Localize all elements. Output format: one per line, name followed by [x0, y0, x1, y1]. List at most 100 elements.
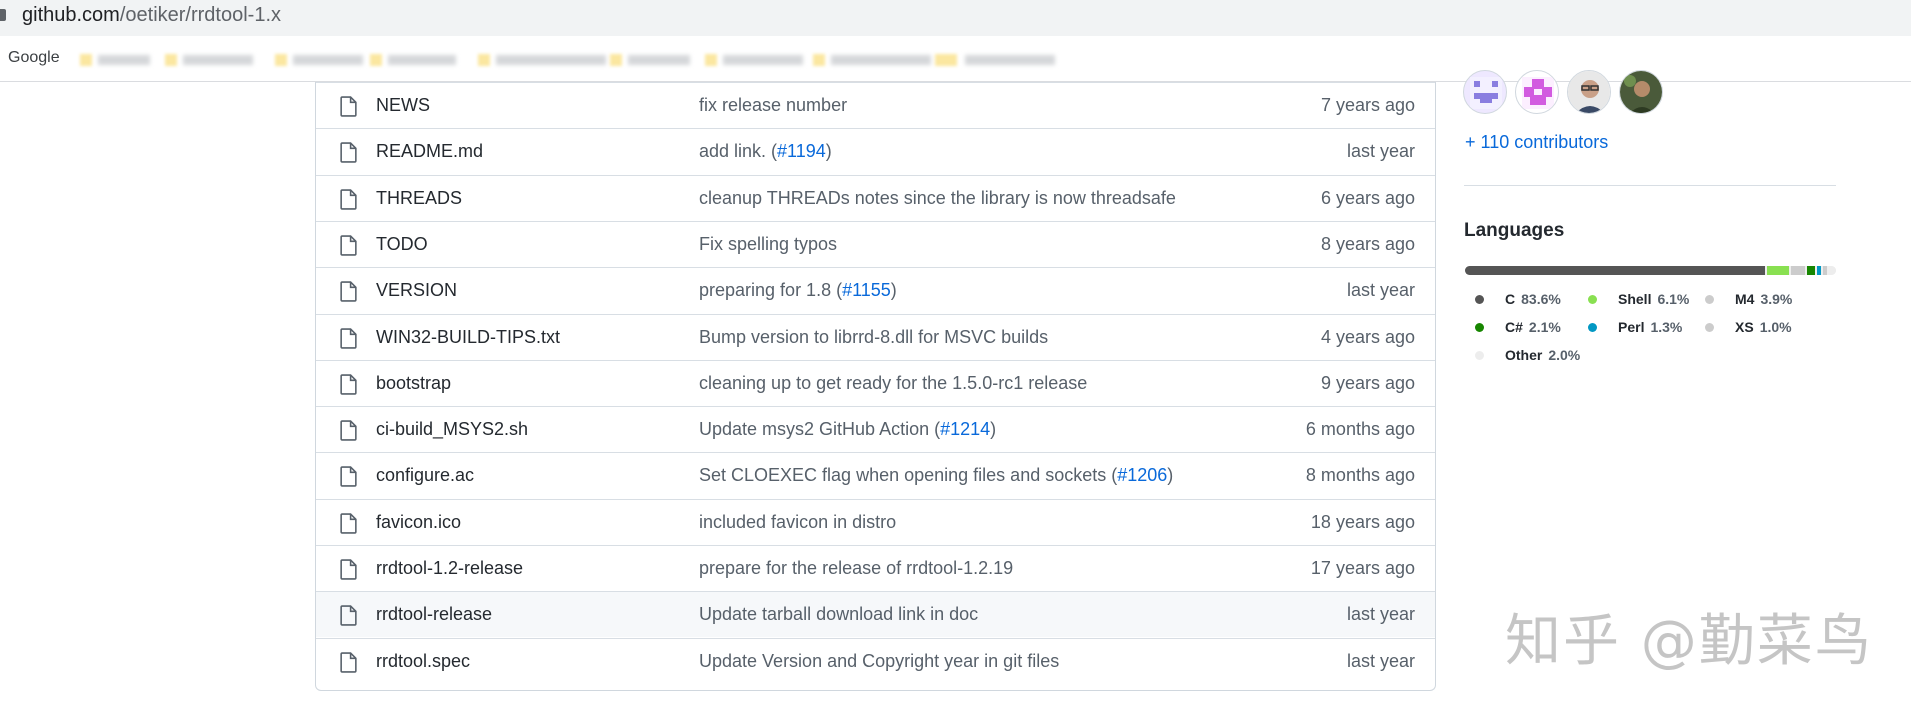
language-bar-segment[interactable] — [1823, 266, 1827, 275]
language-percent: 83.6% — [1521, 291, 1561, 307]
commit-age: last year — [1346, 604, 1415, 625]
commit-age: 9 years ago — [1320, 372, 1415, 393]
commit-age: last year — [1346, 280, 1415, 301]
file-row[interactable]: rrdtool-release Update tarball download l… — [316, 591, 1435, 638]
language-color-dot — [1705, 323, 1714, 332]
language-name: C — [1505, 291, 1516, 307]
language-color-dot — [1475, 351, 1484, 360]
contributors-link[interactable]: + 110 contributors — [1465, 132, 1608, 153]
file-list: NEWS fix release number 7 years ago README.… — [315, 82, 1436, 691]
file-name-link[interactable]: rrdtool-release — [376, 604, 492, 625]
bookmarks-bar: Google — [0, 36, 1911, 82]
file-name-link[interactable]: THREADS — [376, 188, 462, 209]
commit-age: 8 years ago — [1320, 233, 1415, 254]
language-bar-segment[interactable] — [1828, 266, 1836, 275]
file-name-link[interactable]: configure.ac — [376, 465, 474, 486]
file-name-link[interactable]: TODO — [376, 234, 428, 255]
file-name-link[interactable]: favicon.ico — [376, 512, 461, 533]
file-icon — [340, 281, 357, 302]
file-name-link[interactable]: WIN32-BUILD-TIPS.txt — [376, 327, 560, 348]
commit-message-link[interactable]: Update msys2 GitHub Action (#1214) — [699, 419, 996, 440]
file-row[interactable]: rrdtool-1.2-release prepare for the relea… — [316, 545, 1435, 591]
file-icon — [340, 605, 357, 627]
file-name-link[interactable]: VERSION — [376, 280, 457, 301]
commit-message-link[interactable]: prepare for the release of rrdtool-1.2.1… — [699, 558, 1013, 579]
commit-message-link[interactable]: Set CLOEXEC flag when opening files and … — [699, 465, 1173, 486]
file-row[interactable]: bootstrap cleaning up to get ready for th… — [316, 359, 1435, 406]
file-row[interactable]: ci-build_MSYS2.sh Update msys2 GitHub Act… — [316, 406, 1435, 452]
file-row[interactable]: rrdtool.spec Update Version and Copyright… — [316, 637, 1435, 684]
language-bar-segment[interactable] — [1465, 266, 1766, 275]
commit-age: last year — [1346, 650, 1415, 671]
file-row[interactable]: configure.ac Set CLOEXEC flag when openin… — [316, 452, 1435, 498]
language-percent: 1.0% — [1759, 319, 1792, 335]
file-name-link[interactable]: rrdtool.spec — [376, 651, 470, 672]
file-icon — [340, 96, 357, 117]
commit-age: last year — [1346, 141, 1415, 162]
file-row[interactable]: VERSION preparing for 1.8 (#1155) last yea… — [316, 267, 1435, 313]
commit-message-link[interactable]: add link. (#1194) — [699, 141, 832, 162]
language-bar-segment[interactable] — [1791, 266, 1806, 275]
commit-message-link[interactable]: Bump version to librrd-8.dll for MSVC bu… — [699, 327, 1048, 348]
language-percent: 2.0% — [1548, 347, 1581, 363]
file-row[interactable]: NEWS fix release number 7 years ago — [316, 82, 1435, 128]
commit-age: 6 years ago — [1320, 187, 1415, 208]
file-row[interactable]: favicon.ico included favicon in distro 18 … — [316, 498, 1435, 545]
file-row[interactable]: TODO Fix spelling typos 8 years ago — [316, 220, 1435, 267]
file-row[interactable]: THREADS cleanup THREADs notes since the l… — [316, 174, 1435, 221]
commit-message-link[interactable]: included favicon in distro — [699, 512, 896, 533]
file-icon — [340, 374, 357, 395]
language-percent: 3.9% — [1760, 291, 1793, 307]
commit-message-link[interactable]: Fix spelling typos — [699, 234, 837, 255]
language-name: M4 — [1735, 291, 1755, 307]
language-bar-segment[interactable] — [1816, 266, 1822, 275]
watermark-text: 知乎 @勤菜鸟 — [1505, 609, 1873, 674]
pull-request-link[interactable]: #1194 — [777, 141, 826, 161]
avatar[interactable] — [1463, 70, 1507, 114]
commit-message-link[interactable]: cleaning up to get ready for the 1.5.0-r… — [699, 373, 1087, 394]
avatar[interactable] — [1619, 70, 1663, 114]
bookmark-google[interactable]: Google — [8, 49, 60, 67]
commit-message-link[interactable]: cleanup THREADs notes since the library … — [699, 188, 1176, 209]
commit-message-link[interactable]: preparing for 1.8 (#1155) — [699, 280, 897, 301]
file-icon — [340, 420, 357, 441]
file-row[interactable]: README.md add link. (#1194) last year — [316, 128, 1435, 174]
file-name-link[interactable]: ci-build_MSYS2.sh — [376, 419, 528, 440]
address-bar[interactable]: github.com/oetiker/rrdtool-1.x — [0, 0, 1911, 36]
commit-message-link[interactable]: Update Version and Copyright year in git… — [699, 651, 1059, 672]
file-row[interactable]: WIN32-BUILD-TIPS.txt Bump version to libr… — [316, 313, 1435, 360]
commit-age: 8 months ago — [1305, 465, 1415, 486]
lock-icon — [0, 9, 6, 21]
file-icon — [340, 327, 357, 349]
commit-age: 17 years ago — [1310, 558, 1415, 578]
languages-heading: Languages — [1464, 220, 1565, 241]
sidebar-divider — [1464, 185, 1836, 186]
language-color-dot — [1705, 295, 1714, 304]
commit-message-link[interactable]: fix release number — [699, 95, 847, 116]
url-text[interactable]: github.com/oetiker/rrdtool-1.x — [22, 4, 281, 27]
commit-age: 18 years ago — [1310, 511, 1415, 532]
file-icon — [340, 559, 357, 580]
avatar[interactable] — [1567, 70, 1611, 114]
language-bar-segment[interactable] — [1767, 266, 1790, 275]
language-percent: 2.1% — [1528, 319, 1561, 335]
language-percent: 1.3% — [1650, 319, 1683, 335]
pull-request-link[interactable]: #1155 — [842, 280, 891, 300]
file-icon — [340, 188, 357, 210]
language-percent: 6.1% — [1657, 291, 1690, 307]
file-name-link[interactable]: README.md — [376, 141, 483, 162]
language-name: Perl — [1618, 319, 1645, 335]
pull-request-link[interactable]: #1206 — [1117, 465, 1167, 485]
language-color-dot — [1588, 323, 1597, 332]
file-name-link[interactable]: NEWS — [376, 95, 430, 116]
file-icon — [340, 142, 357, 164]
avatar[interactable] — [1515, 70, 1559, 114]
file-name-link[interactable]: bootstrap — [376, 373, 451, 394]
pull-request-link[interactable]: #1214 — [940, 419, 990, 439]
file-name-link[interactable]: rrdtool-1.2-release — [376, 558, 523, 579]
file-icon — [340, 466, 357, 488]
language-bar-segment[interactable] — [1807, 266, 1815, 275]
language-name: C# — [1505, 319, 1523, 335]
commit-message-link[interactable]: Update tarball download link in doc — [699, 604, 978, 625]
file-icon — [340, 235, 357, 256]
